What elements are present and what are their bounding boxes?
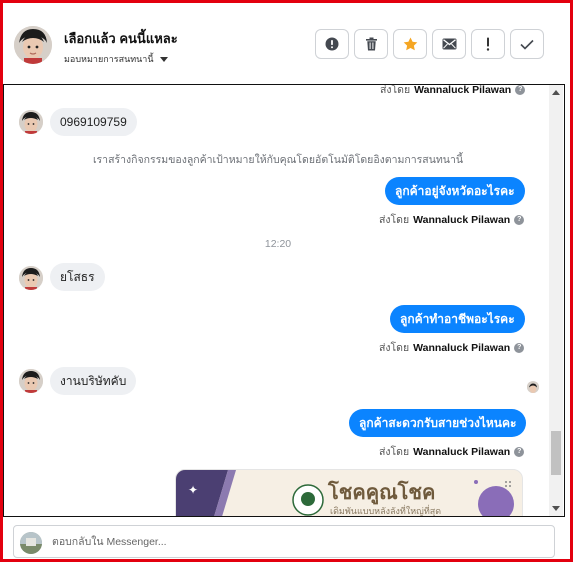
mail-icon	[442, 38, 456, 50]
outgoing-message: ลูกค้าสะดวกรับสายช่วงไหนคะ	[349, 409, 527, 437]
trash-icon	[365, 37, 377, 51]
seen-avatar	[527, 381, 539, 393]
scroll-up-icon[interactable]	[552, 90, 560, 95]
spam-button[interactable]	[471, 29, 505, 59]
alert-button[interactable]	[315, 29, 349, 59]
sent-by-label: ส่งโดย Wannaluck Pilawan ?	[380, 85, 526, 98]
contact-avatar-small	[19, 266, 43, 290]
contact-name: เลือกแล้ว คนนี้แหละ	[64, 31, 178, 46]
mail-button[interactable]	[432, 29, 466, 59]
incoming-message: งานบริษัทคับ	[50, 367, 137, 395]
conversation-header: เลือกแล้ว คนนี้แหละ มอบหมายการสนทนานี้	[3, 3, 570, 85]
delete-button[interactable]	[354, 29, 388, 59]
scroll-down-icon[interactable]	[552, 506, 560, 511]
svg-text:✦: ✦	[188, 483, 198, 497]
star-button[interactable]	[393, 29, 427, 59]
star-icon	[403, 37, 417, 51]
timestamp: 12:20	[264, 238, 292, 250]
alert-circle-icon	[325, 37, 339, 51]
message-thread[interactable]: ส่งโดย Wannaluck Pilawan ? 0969109759 เรา…	[3, 84, 565, 517]
promo-subtitle: เดิมพันแบบหลังลังที่ใหญ่ที่สุด	[330, 506, 442, 516]
incoming-message: 0969109759	[50, 108, 137, 136]
header-toolbar	[315, 29, 544, 59]
media-card[interactable]: ✦ โชคคูณโชค เดิมพันแบบหลังลังที่ใหญ่ที่ส…	[175, 469, 523, 516]
info-icon: ?	[514, 214, 525, 225]
assign-conversation-dropdown[interactable]: มอบหมายการสนทนานี้	[64, 52, 168, 66]
info-icon: ?	[515, 85, 526, 95]
outgoing-message: ลูกค้าทำอาชีพอะไรคะ	[390, 305, 525, 333]
sent-by-label: ส่งโดย Wannaluck Pilawan ?	[379, 211, 525, 228]
system-note: เราสร้างกิจกรรมของลูกค้าเป้าหมายให้กับคุ…	[92, 154, 464, 166]
incoming-message: ยโสธร	[50, 263, 105, 291]
sent-by-label: ส่งโดย Wannaluck Pilawan ?	[379, 443, 525, 460]
page-avatar	[20, 532, 42, 554]
assign-label: มอบหมายการสนทนานี้	[64, 54, 154, 64]
scrollbar[interactable]	[549, 85, 563, 516]
info-icon: ?	[514, 342, 525, 353]
contact-avatar-small	[19, 369, 43, 393]
mark-done-button[interactable]	[510, 29, 544, 59]
caret-down-icon	[159, 56, 168, 62]
exclamation-icon	[486, 37, 490, 51]
outgoing-message: ลูกค้าอยู่จังหวัดอะไรคะ	[385, 177, 525, 205]
sent-by-label: ส่งโดย Wannaluck Pilawan ?	[379, 339, 525, 356]
check-icon	[520, 39, 534, 50]
scrollbar-thumb[interactable]	[551, 431, 561, 475]
contact-avatar[interactable]	[14, 26, 52, 64]
reply-input[interactable]	[52, 526, 542, 557]
info-icon: ?	[514, 446, 525, 457]
reply-composer	[13, 525, 555, 558]
contact-avatar-small	[19, 110, 43, 134]
